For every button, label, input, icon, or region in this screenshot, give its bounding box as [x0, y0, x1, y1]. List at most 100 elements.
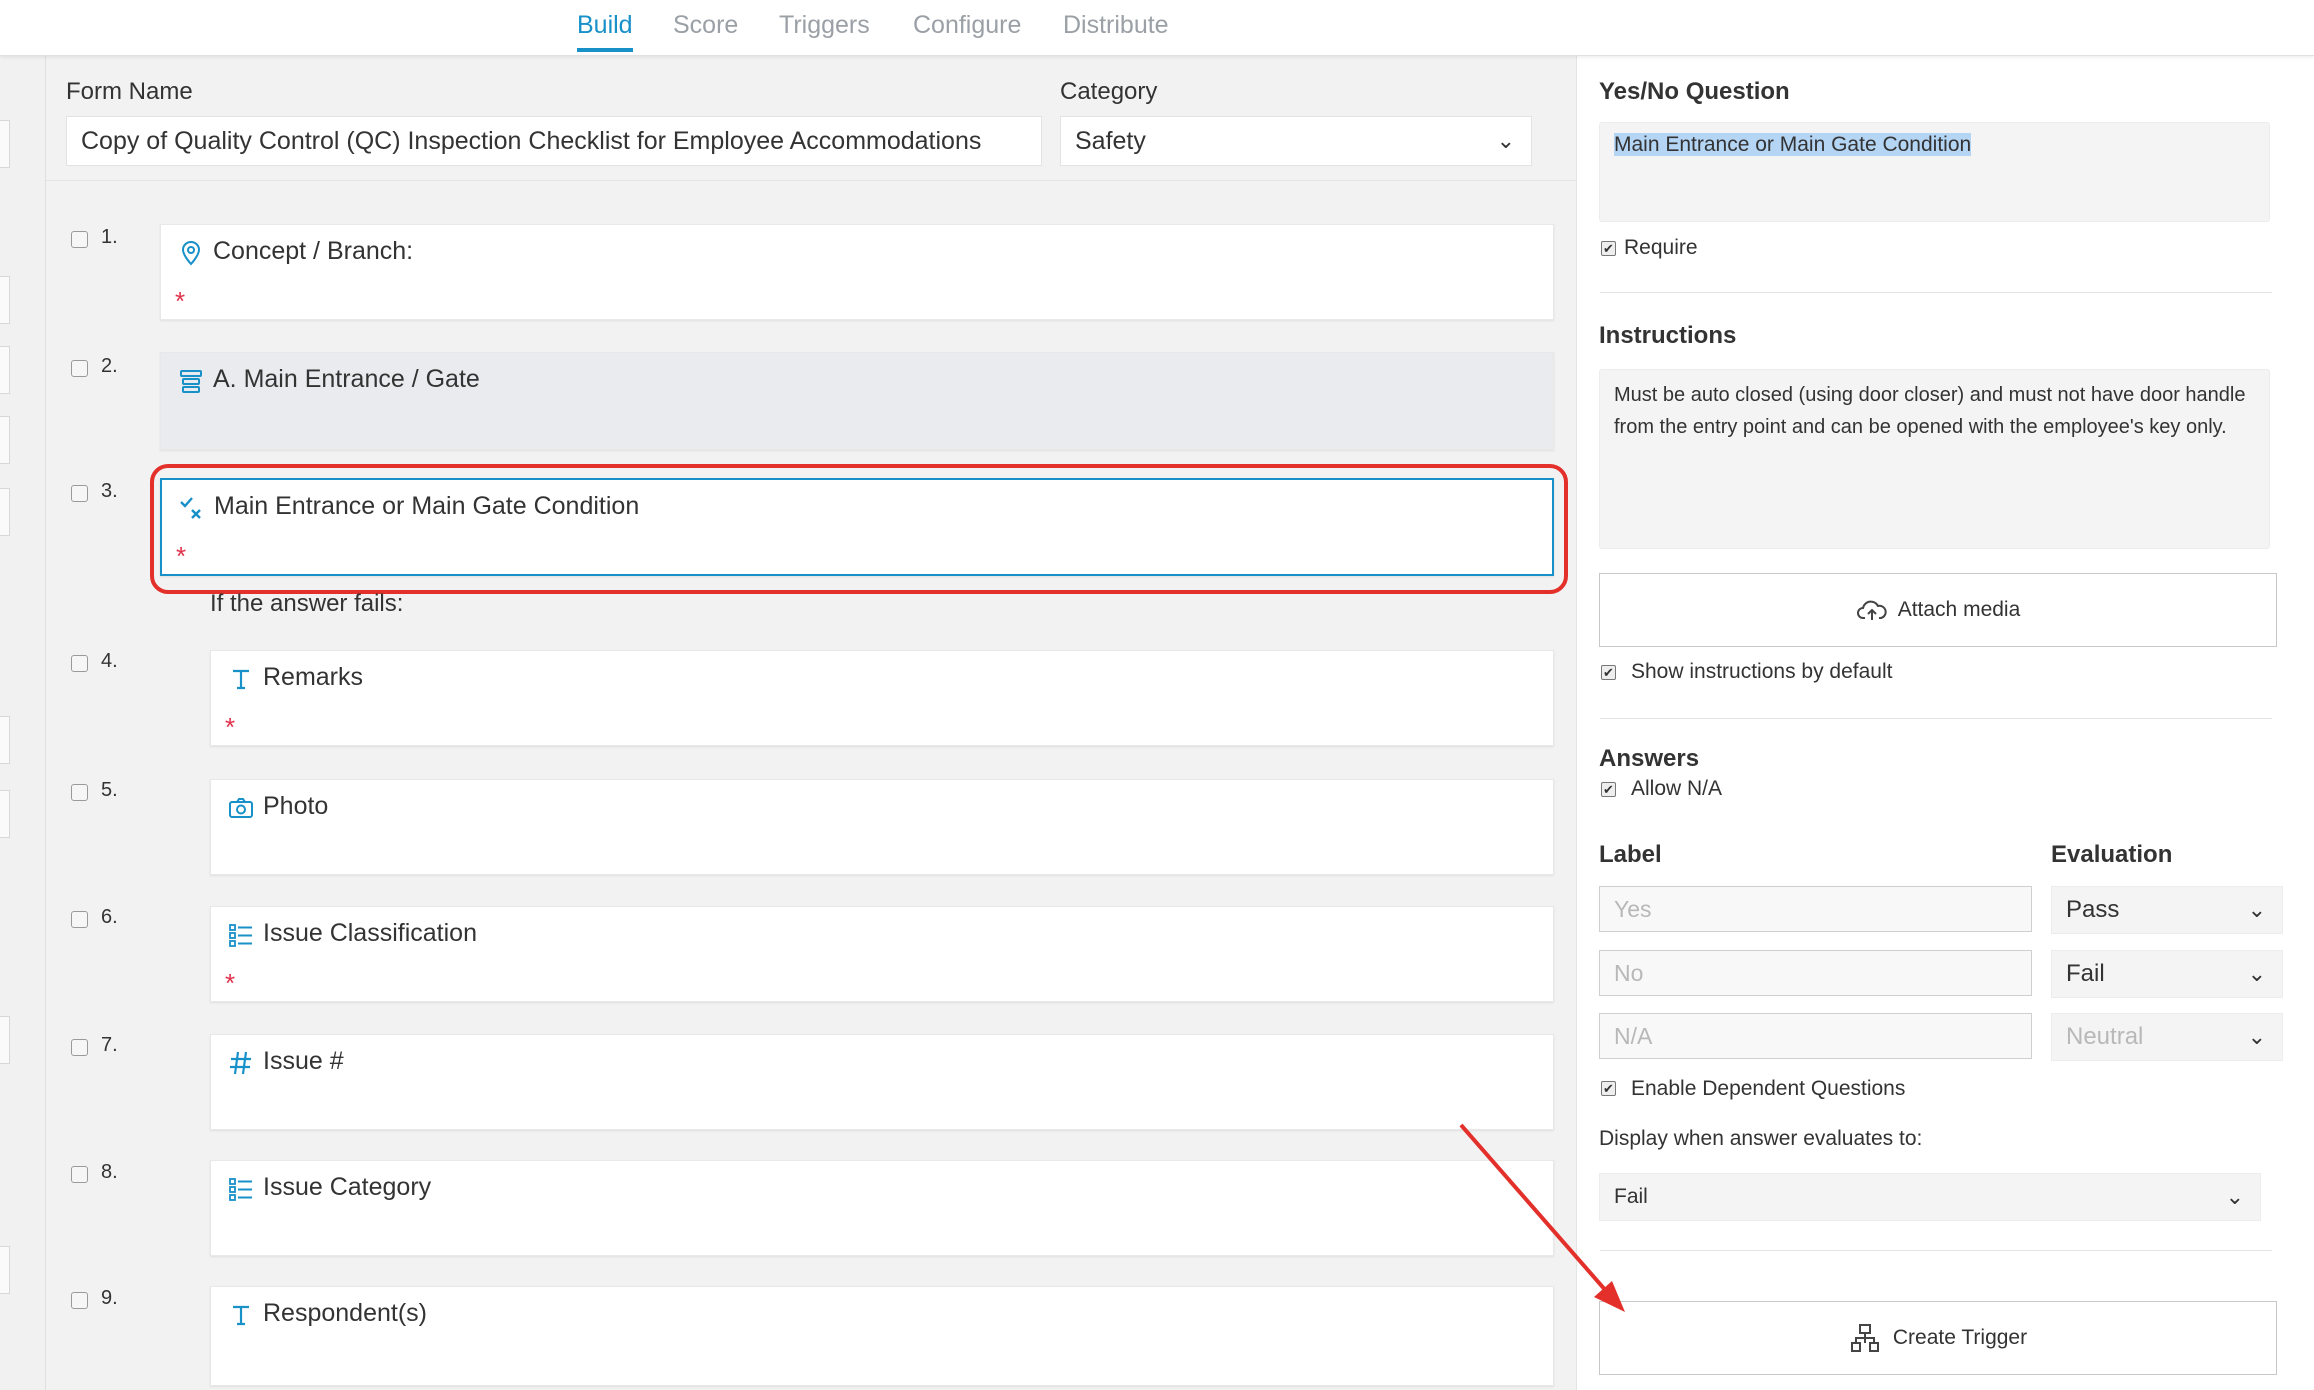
- label-column-heading: Label: [1599, 841, 1662, 868]
- attach-media-button[interactable]: Attach media: [1599, 573, 2277, 647]
- question-checkbox[interactable]: [71, 360, 88, 377]
- question-card-respondents[interactable]: Respondent(s): [210, 1286, 1554, 1386]
- question-number: 9.: [101, 1287, 118, 1309]
- form-name-input[interactable]: Copy of Quality Control (QC) Inspection …: [66, 116, 1042, 166]
- question-card-issue-category[interactable]: Issue Category: [210, 1160, 1554, 1256]
- location-pin-icon: [181, 240, 201, 266]
- section-icon: [180, 370, 202, 393]
- tab-distribute[interactable]: Distribute: [1063, 8, 1169, 52]
- question-checkbox[interactable]: [71, 784, 88, 801]
- left-sidebar-strip: [0, 56, 46, 1390]
- highlight-annotation: [150, 464, 1568, 594]
- enable-dependent-checkbox[interactable]: ✔: [1601, 1081, 1616, 1096]
- text-icon: [233, 1305, 249, 1326]
- question-number: 7.: [101, 1034, 118, 1056]
- question-number: 4.: [101, 650, 118, 672]
- show-instructions-checkbox[interactable]: ✔: [1601, 665, 1616, 680]
- answer-evaluation-no-select[interactable]: Fail ⌄: [2051, 950, 2283, 998]
- divider: [1600, 292, 2272, 293]
- sidebar-tab[interactable]: [0, 416, 10, 464]
- allow-na-checkbox[interactable]: ✔: [1601, 782, 1616, 797]
- question-card-issue-classification[interactable]: Issue Classification *: [210, 906, 1554, 1002]
- question-number: 3.: [101, 480, 118, 502]
- question-title: Issue Category: [263, 1173, 432, 1201]
- top-nav: Build Score Triggers Configure Distribut…: [0, 0, 2314, 56]
- question-checkbox[interactable]: [71, 1039, 88, 1056]
- question-checkbox[interactable]: [71, 231, 88, 248]
- question-number: 2.: [101, 355, 118, 377]
- create-trigger-button[interactable]: Create Trigger: [1599, 1301, 2277, 1375]
- create-trigger-label: Create Trigger: [1892, 1326, 2028, 1349]
- question-checkbox[interactable]: [71, 655, 88, 672]
- sidebar-tab[interactable]: [0, 346, 10, 394]
- question-title: A. Main Entrance / Gate: [213, 365, 480, 393]
- category-select[interactable]: Safety ⌄: [1060, 116, 1532, 166]
- question-text-value: Main Entrance or Main Gate Condition: [1614, 133, 1972, 156]
- question-title: Issue #: [263, 1047, 344, 1075]
- sidebar-tab[interactable]: [0, 1246, 10, 1294]
- question-card-issue-number[interactable]: Issue #: [210, 1034, 1554, 1130]
- form-header: Form Name Copy of Quality Control (QC) I…: [46, 56, 1576, 181]
- evaluation-value: Fail: [2066, 960, 2105, 987]
- question-number: 1.: [101, 226, 118, 248]
- answer-label-na-input[interactable]: N/A: [1599, 1013, 2032, 1059]
- question-title: Remarks: [263, 663, 364, 691]
- show-instructions-label: Show instructions by default: [1631, 660, 1893, 683]
- sidebar-tab[interactable]: [0, 1016, 10, 1064]
- answer-label-yes-input[interactable]: Yes: [1599, 886, 2032, 932]
- category-value: Safety: [1075, 127, 1146, 155]
- question-checkbox[interactable]: [71, 1166, 88, 1183]
- camera-icon: [229, 798, 253, 818]
- evaluation-value: Neutral: [2066, 1023, 2144, 1050]
- section-card-main-entrance[interactable]: A. Main Entrance / Gate: [160, 352, 1554, 450]
- tab-score[interactable]: Score: [673, 8, 738, 52]
- require-checkbox[interactable]: ✔: [1601, 241, 1616, 256]
- question-checkbox[interactable]: [71, 1292, 88, 1309]
- question-checkbox[interactable]: [71, 485, 88, 502]
- instructions-textarea[interactable]: Must be auto closed (using door closer) …: [1599, 369, 2270, 549]
- enable-dependent-label: Enable Dependent Questions: [1631, 1077, 1906, 1100]
- hash-icon: [230, 1051, 251, 1075]
- chevron-down-icon: ⌄: [2247, 897, 2266, 922]
- question-card-photo[interactable]: Photo: [210, 779, 1554, 875]
- answer-label-no-input[interactable]: No: [1599, 950, 2032, 996]
- question-title: Issue Classification: [263, 919, 477, 947]
- allow-na-label: Allow N/A: [1631, 777, 1723, 800]
- question-card-remarks[interactable]: Remarks *: [210, 650, 1554, 746]
- question-title: Concept / Branch:: [213, 237, 414, 265]
- answer-evaluation-na-select[interactable]: Neutral ⌄: [2051, 1013, 2283, 1061]
- require-label: Require: [1624, 236, 1698, 259]
- tab-configure[interactable]: Configure: [913, 8, 1021, 52]
- chevron-down-icon: ⌄: [2247, 1024, 2266, 1049]
- hierarchy-icon: [1850, 1324, 1879, 1353]
- instructions-heading: Instructions: [1599, 322, 1737, 349]
- tab-build[interactable]: Build: [577, 8, 633, 52]
- sidebar-tab[interactable]: [0, 276, 10, 324]
- form-name-label: Form Name: [66, 78, 193, 105]
- display-when-select[interactable]: Fail ⌄: [1599, 1173, 2261, 1221]
- question-title: Photo: [263, 792, 329, 820]
- question-card-concept-branch[interactable]: Concept / Branch: *: [160, 224, 1554, 320]
- tab-triggers[interactable]: Triggers: [779, 8, 870, 52]
- question-number: 8.: [101, 1161, 118, 1183]
- question-text-input[interactable]: Main Entrance or Main Gate Condition: [1599, 122, 2270, 222]
- sidebar-tab[interactable]: [0, 120, 10, 168]
- answers-heading: Answers: [1599, 745, 1700, 772]
- form-builder: Form Name Copy of Quality Control (QC) I…: [46, 56, 1576, 1390]
- category-label: Category: [1060, 78, 1158, 105]
- display-when-value: Fail: [1614, 1185, 1648, 1208]
- question-checkbox[interactable]: [71, 911, 88, 928]
- list-icon: [229, 924, 252, 947]
- chevron-down-icon: ⌄: [2247, 961, 2266, 986]
- sidebar-tab[interactable]: [0, 488, 10, 536]
- evaluation-column-heading: Evaluation: [2051, 841, 2173, 868]
- evaluation-value: Pass: [2066, 896, 2120, 923]
- answer-evaluation-yes-select[interactable]: Pass ⌄: [2051, 886, 2283, 934]
- list-icon: [229, 1178, 252, 1201]
- sidebar-tab[interactable]: [0, 790, 10, 838]
- question-title: Respondent(s): [263, 1299, 427, 1327]
- fail-condition-label: If the answer fails:: [210, 590, 404, 617]
- attach-media-label: Attach media: [1897, 598, 2021, 621]
- sidebar-tab[interactable]: [0, 716, 10, 764]
- required-marker: *: [175, 286, 186, 316]
